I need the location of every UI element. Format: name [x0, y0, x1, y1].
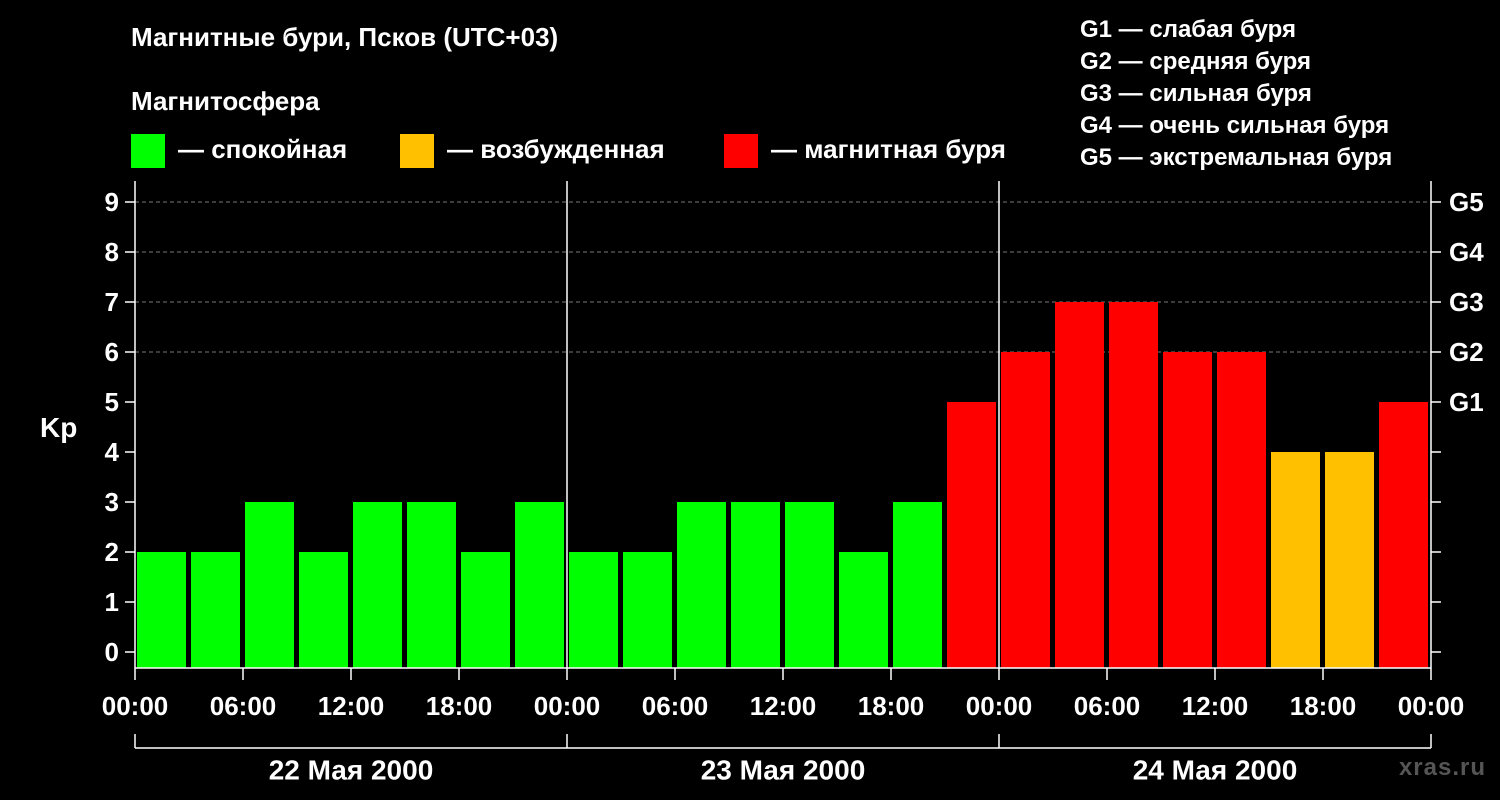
kp-bar [515, 502, 564, 668]
x-tick-label: 12:00 [750, 691, 817, 721]
x-tick-label: 00:00 [1398, 691, 1465, 721]
legend-swatch-active [400, 134, 434, 168]
legend-label-storm: — магнитная буря [771, 134, 1006, 164]
x-tick-label: 12:00 [1182, 691, 1249, 721]
y-tick-label: 6 [105, 337, 119, 367]
day-label: 23 Мая 2000 [701, 755, 866, 786]
g-scale-legend: G1 — слабая буря G2 — средняя буря G3 — … [1080, 14, 1392, 174]
g-tick-label: G1 [1449, 387, 1484, 417]
kp-bar [1109, 302, 1158, 668]
g-tick-label: G4 [1449, 237, 1484, 267]
x-tick-label: 06:00 [642, 691, 709, 721]
day-label: 24 Мая 2000 [1133, 755, 1298, 786]
y-tick-label: 5 [105, 387, 119, 417]
g-scale-item: G2 — средняя буря [1080, 48, 1311, 75]
legend-heading: Магнитосфера [131, 86, 320, 116]
legend-label-active: — возбужденная [447, 134, 665, 164]
legend-swatch-quiet [131, 134, 165, 168]
g-tick-label: G2 [1449, 337, 1484, 367]
x-tick-label: 18:00 [858, 691, 925, 721]
kp-bar [1325, 452, 1374, 668]
g-tick-label: G3 [1449, 287, 1484, 317]
kp-bar [947, 402, 996, 668]
g-scale-item: G1 — слабая буря [1080, 16, 1297, 43]
x-tick-label: 06:00 [210, 691, 277, 721]
g-scale-item: G3 — сильная буря [1080, 80, 1312, 107]
grid-layer [135, 201, 1431, 353]
kp-bar [353, 502, 402, 668]
y-tick-label: 8 [105, 237, 119, 267]
day-label: 22 Мая 2000 [269, 755, 434, 786]
x-tick-label: 00:00 [102, 691, 169, 721]
kp-bar [1163, 352, 1212, 668]
kp-bar [731, 502, 780, 668]
kp-bar [893, 502, 942, 668]
x-tick-label: 18:00 [1290, 691, 1357, 721]
y-tick-label: 1 [105, 587, 119, 617]
kp-bar [1055, 302, 1104, 668]
kp-bar [299, 552, 348, 668]
x-tick-label: 00:00 [534, 691, 601, 721]
y-tick-label: 4 [105, 437, 120, 467]
legend-swatch-storm [724, 134, 758, 168]
kp-bar [461, 552, 510, 668]
kp-bar [1001, 352, 1050, 668]
kp-bar [191, 552, 240, 668]
watermark: xras.ru [1398, 754, 1486, 781]
kp-bar [245, 502, 294, 668]
kp-bar [137, 552, 186, 668]
y-tick-label: 3 [105, 487, 119, 517]
kp-bar [1217, 352, 1266, 668]
x-tick-label: 18:00 [426, 691, 493, 721]
g-scale-item: G4 — очень сильная буря [1080, 112, 1390, 139]
kp-bar [785, 502, 834, 668]
kp-bar [407, 502, 456, 668]
x-tick-label: 06:00 [1074, 691, 1141, 721]
kp-bar [839, 552, 888, 668]
y-axis-label: Kp [40, 412, 78, 443]
kp-bar [1271, 452, 1320, 668]
y-tick-label: 2 [105, 537, 119, 567]
kp-bar [1379, 402, 1428, 668]
g-scale-item: G5 — экстремальная буря [1080, 144, 1393, 171]
kp-bar [677, 502, 726, 668]
g-tick-label: G5 [1449, 187, 1484, 217]
y-tick-label: 7 [105, 287, 119, 317]
kp-bar [623, 552, 672, 668]
bars-layer [137, 302, 1428, 668]
chart-title: Магнитные бури, Псков (UTC+03) [131, 22, 559, 52]
x-tick-label: 00:00 [966, 691, 1033, 721]
y-tick-label: 9 [105, 187, 119, 217]
kp-bar [569, 552, 618, 668]
legend-label-quiet: — спокойная [178, 134, 348, 164]
x-tick-label: 12:00 [318, 691, 385, 721]
y-tick-label: 0 [105, 637, 119, 667]
